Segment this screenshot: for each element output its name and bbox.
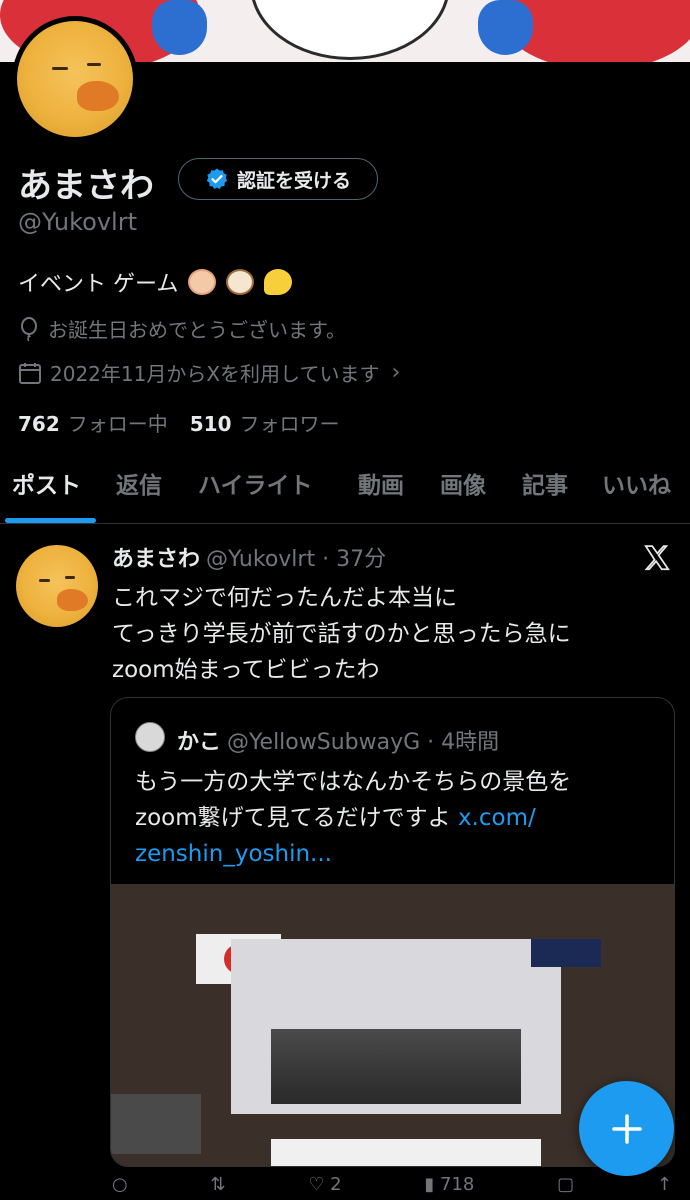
quote-link-continued[interactable]: zenshin_yoshin... <box>135 836 655 872</box>
share-icon[interactable]: ↑ <box>657 1174 672 1200</box>
banner-face <box>250 0 450 60</box>
post-text-line: zoom始まってビビったわ <box>112 657 380 683</box>
bookmark-icon[interactable]: ▢ <box>557 1174 574 1200</box>
quote-body: もう一方の大学ではなんかそちらの景色を zoom繋げて見てるだけですよ x.co… <box>135 764 655 872</box>
follow-stats: 762 フォロー中 510 フォロワー <box>18 408 340 437</box>
banner-hand-right <box>478 0 533 55</box>
like-count: 2 <box>330 1174 342 1195</box>
x-logo-icon <box>644 545 670 571</box>
reply-icon[interactable]: ○ <box>112 1174 128 1200</box>
followers-link[interactable]: 510 フォロワー <box>190 408 340 437</box>
post-header: あまさわ @Yukovlrt · 37分 <box>112 541 386 573</box>
balloon-icon <box>21 316 37 341</box>
profile-name: あまさわ <box>18 166 154 206</box>
active-tab-indicator <box>5 518 96 523</box>
compose-post-button[interactable] <box>579 1081 674 1176</box>
profile-avatar[interactable] <box>12 16 138 142</box>
dog-emoji-icon <box>226 269 255 295</box>
calendar-icon <box>19 362 41 384</box>
like-button[interactable]: ♡ 2 <box>308 1174 341 1200</box>
plus-icon <box>611 1113 642 1144</box>
tab-highlights[interactable]: ハイライト <box>198 466 313 524</box>
following-count: 762 <box>18 412 60 436</box>
quote-text-line: zoom繋げて見てるだけですよ <box>135 805 451 831</box>
tab-articles[interactable]: 記事 <box>522 466 568 524</box>
quote-header: かこ @YellowSubwayG · 4時間 <box>177 724 499 756</box>
quote-handle-time: @YellowSubwayG · 4時間 <box>227 730 500 755</box>
post-text-line: これマジで何だったんだよ本当に <box>112 585 457 611</box>
post-handle-time: @Yukovlrt · 37分 <box>206 547 387 572</box>
repost-icon[interactable]: ⇅ <box>210 1174 225 1200</box>
bio-text: イベント ゲーム <box>18 272 179 297</box>
duck-eye-right <box>86 62 101 66</box>
quote-link[interactable]: x.com/ <box>458 805 536 831</box>
birthday-row: お誕生日おめでとうございます。 <box>18 314 346 343</box>
profile-bio: イベント ゲーム <box>18 266 293 298</box>
following-label: フォロー中 <box>67 412 168 436</box>
view-count: 718 <box>440 1174 475 1195</box>
duck-eye-left <box>38 579 51 583</box>
get-verified-label: 認証を受ける <box>236 169 351 192</box>
quote-text-line: もう一方の大学ではなんかそちらの景色を <box>135 769 572 795</box>
birthday-text: お誕生日おめでとうございます。 <box>48 318 346 342</box>
projection-screen <box>231 939 561 1114</box>
hamster-emoji-icon <box>188 269 217 295</box>
duck-eye-right <box>65 576 76 580</box>
podium <box>111 1094 201 1154</box>
tab-posts[interactable]: ポスト <box>12 466 81 524</box>
verified-badge-icon <box>206 168 228 189</box>
tab-videos[interactable]: 動画 <box>358 466 404 524</box>
duck-avatar-image <box>16 545 98 627</box>
banner-hand-left <box>152 0 207 55</box>
followers-count: 510 <box>189 412 232 436</box>
stage-scene <box>271 1029 521 1104</box>
post-text-line: てっきり学長が前で話すのかと思ったら急に <box>112 621 571 647</box>
quote-author-name: かこ <box>177 730 222 755</box>
chick-emoji-icon <box>264 269 293 295</box>
profile-tabs: ポスト 返信 ハイライト 動画 画像 記事 いいね <box>0 466 690 524</box>
post-item[interactable]: あまさわ @Yukovlrt · 37分 これマジで何だったんだよ本当に てっきり… <box>0 525 690 1200</box>
chevron-right-icon: › <box>391 360 401 385</box>
followers-label: フォロワー <box>239 412 340 436</box>
tab-replies[interactable]: 返信 <box>116 466 162 524</box>
science-tokyo-sign <box>531 939 601 967</box>
get-verified-button[interactable]: 認証を受ける <box>178 158 378 200</box>
quote-author-avatar <box>135 722 165 752</box>
following-link[interactable]: 762 フォロー中 <box>18 408 168 437</box>
post-author-avatar[interactable] <box>16 545 98 627</box>
banner-sign <box>271 1139 541 1166</box>
duck-eye-left <box>51 67 69 71</box>
duck-beak <box>77 81 120 112</box>
joined-row[interactable]: 2022年11月からXを利用しています › <box>18 358 400 387</box>
duck-beak <box>57 589 89 611</box>
post-author-name[interactable]: あまさわ <box>112 547 200 572</box>
joined-text: 2022年11月からXを利用しています <box>50 362 380 386</box>
duck-avatar-image <box>17 21 133 137</box>
views-button[interactable]: ▮ 718 <box>424 1174 474 1200</box>
post-actions: ○ ⇅ ♡ 2 ▮ 718 ▢ ↑ <box>112 1174 672 1200</box>
profile-handle: @Yukovlrt <box>18 208 137 236</box>
tab-likes[interactable]: いいね <box>602 466 671 524</box>
tab-images[interactable]: 画像 <box>440 466 486 524</box>
post-body: これマジで何だったんだよ本当に てっきり学長が前で話すのかと思ったら急に zoo… <box>112 580 571 688</box>
